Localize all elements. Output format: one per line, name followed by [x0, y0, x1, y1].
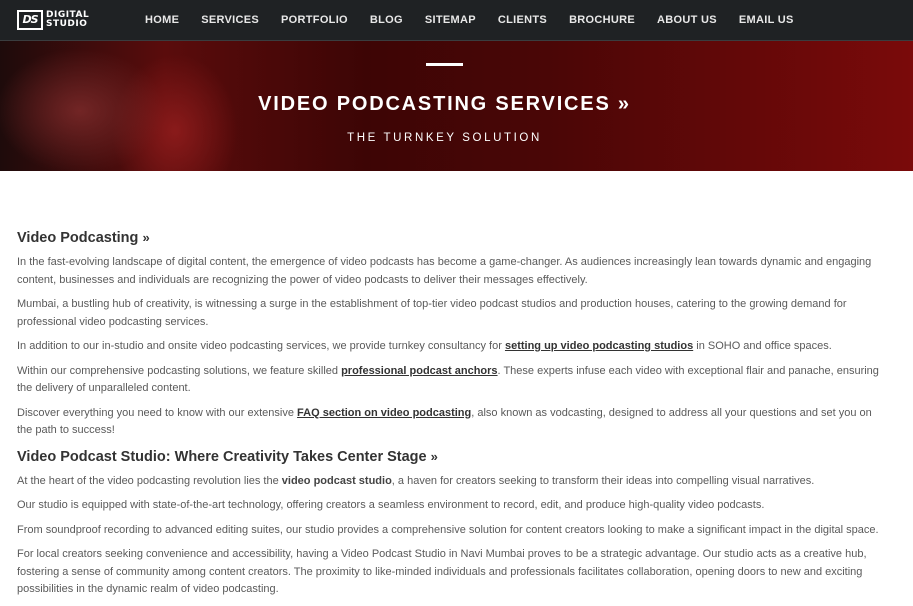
paragraph: Our studio is equipped with state-of-the… [17, 499, 765, 511]
section-heading-video-podcast-studio: Video Podcast Studio: Where Creativity T… [17, 447, 879, 467]
nav-item-email-us[interactable]: EMAIL US [728, 0, 805, 40]
nav-item-sitemap[interactable]: SITEMAP [414, 0, 487, 40]
text-span: In addition to our in-studio and onsite … [17, 340, 505, 352]
nav-item-clients[interactable]: CLIENTS [487, 0, 558, 40]
text-span: Within our comprehensive podcasting solu… [17, 364, 342, 377]
nav-item-about-us[interactable]: ABOUT US [646, 0, 728, 40]
paragraph: In addition to our in-studio and onsite … [17, 338, 879, 356]
hero-divider [426, 63, 463, 66]
heading-text: Video Podcasting [17, 230, 139, 246]
section-heading-video-podcasting: Video Podcasting » [17, 228, 879, 248]
main-menu: HOME SERVICES PORTFOLIO BLOG SITEMAP CLI… [134, 0, 805, 40]
paragraph: At the heart of the video podcasting rev… [17, 473, 879, 491]
paragraph: Discover everything you need to know wit… [17, 405, 879, 440]
top-navbar: DS DIGITAL STUDIO HOME SERVICES PORTFOLI… [0, 0, 913, 41]
hero-banner: VIDEO PODCASTING SERVICES » THE TURNKEY … [0, 41, 913, 171]
text-span: Discover everything you need to know wit… [17, 406, 298, 419]
nav-item-services[interactable]: SERVICES [190, 0, 270, 40]
paragraph: In the fast-evolving landscape of digita… [17, 256, 872, 286]
heading-raquo: » [142, 230, 150, 245]
site-logo[interactable]: DS DIGITAL STUDIO [17, 8, 111, 32]
nav-item-home[interactable]: HOME [134, 0, 190, 40]
main-content: Video Podcasting » In the fast-evolving … [17, 228, 879, 606]
link-podcast-anchors[interactable]: professional podcast anchors [341, 365, 497, 377]
logo-line-2: STUDIO [46, 19, 88, 29]
page-title: VIDEO PODCASTING SERVICES » [258, 93, 631, 115]
heading-raquo: » [430, 448, 438, 464]
text-span: in SOHO and office spaces. [693, 340, 832, 352]
bold-text: video podcast studio [281, 474, 392, 487]
page-subtitle: THE TURNKEY SOLUTION [347, 132, 542, 144]
paragraph: Within our comprehensive podcasting solu… [17, 363, 879, 398]
text-span: , a haven for creators seeking to transf… [391, 474, 815, 487]
logo-wordmark: DIGITAL STUDIO [46, 11, 89, 29]
nav-item-portfolio[interactable]: PORTFOLIO [270, 0, 359, 40]
paragraph: From soundproof recording to advanced ed… [17, 523, 879, 536]
nav-item-blog[interactable]: BLOG [359, 0, 414, 40]
paragraph: Mumbai, a bustling hub of creativity, is… [17, 298, 847, 328]
link-faq-section[interactable]: FAQ section on video podcasting [297, 407, 471, 419]
nav-item-brochure[interactable]: BROCHURE [558, 0, 646, 40]
paragraph: For local creators seeking convenience a… [17, 548, 867, 595]
logo-mark: DS [17, 10, 43, 30]
heading-text: Video Podcast Studio: Where Creativity T… [17, 448, 427, 465]
text-span: At the heart of the video podcasting rev… [17, 474, 282, 487]
link-setting-up-studios[interactable]: setting up video podcasting studios [505, 340, 693, 352]
